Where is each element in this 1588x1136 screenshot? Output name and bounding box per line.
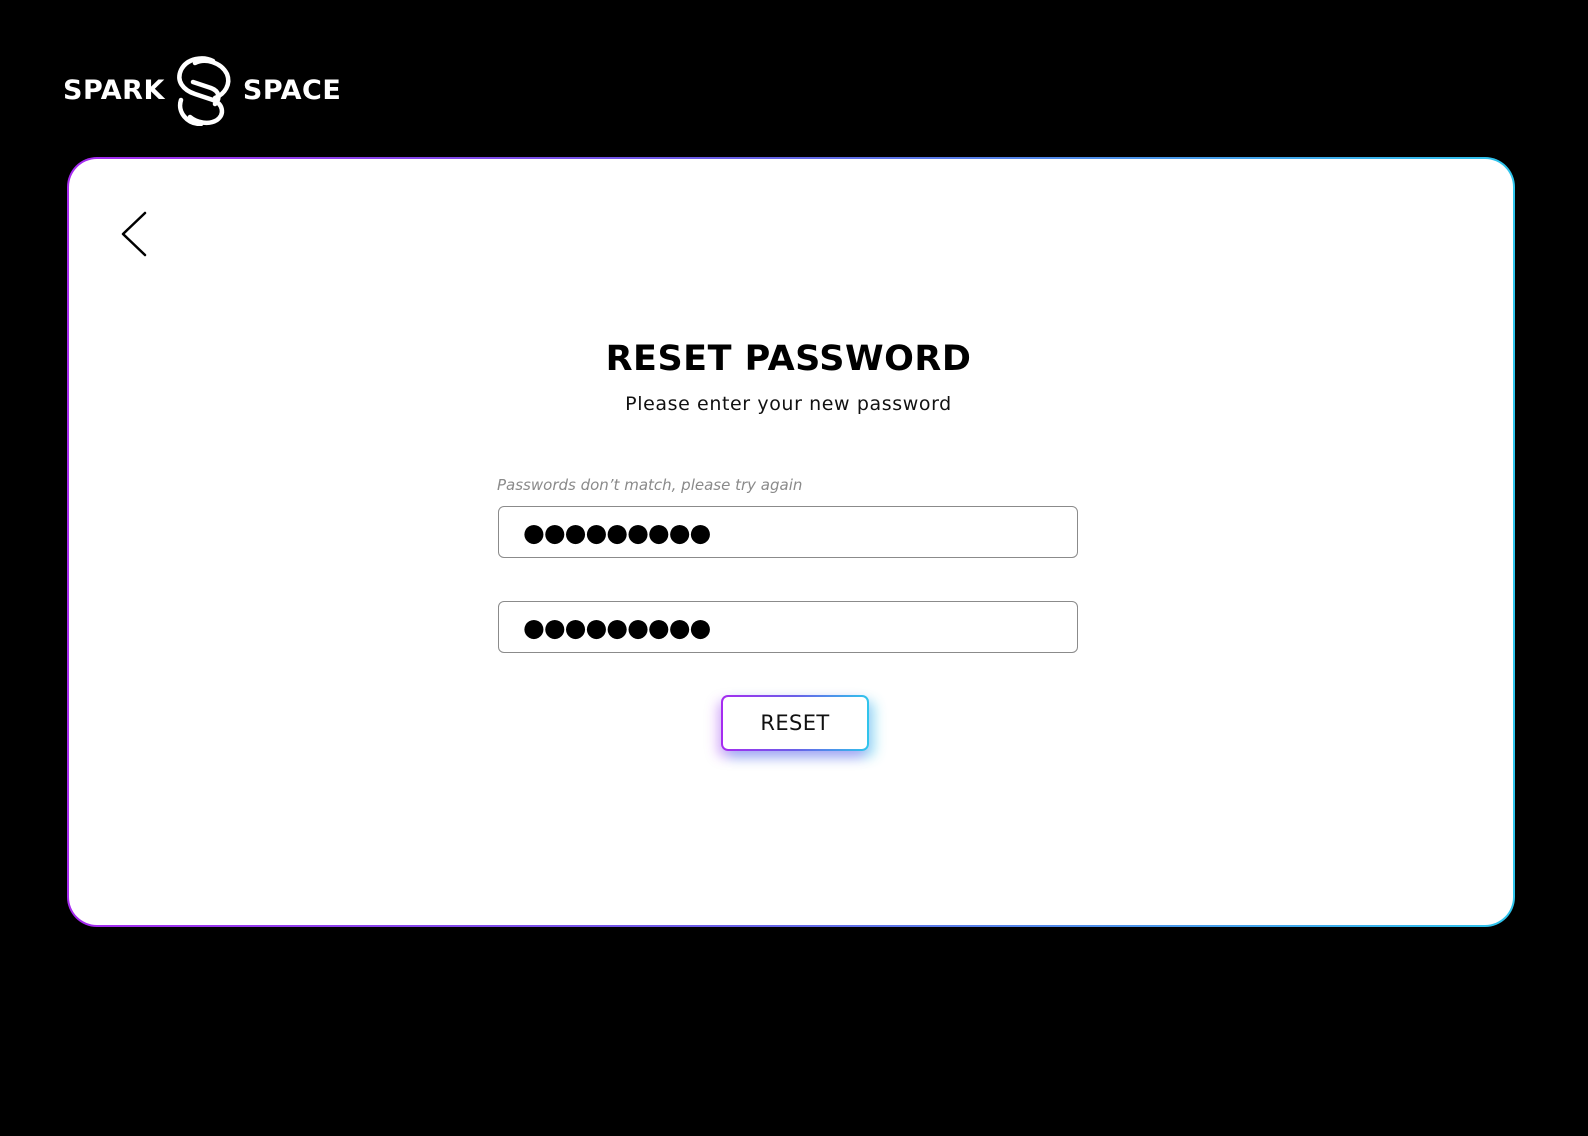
chevron-left-icon <box>121 211 147 257</box>
brand-logo: SPARK SPACE <box>63 54 341 126</box>
brand-word-space: SPACE <box>242 74 342 106</box>
card-body: RESET PASSWORD Please enter your new pas… <box>69 159 1513 925</box>
spark-space-logo-icon <box>177 56 231 126</box>
password-mismatch-error: Passwords don’t match, please try again <box>497 476 803 494</box>
page-title: RESET PASSWORD <box>605 339 972 379</box>
page-subtitle: Please enter your new password <box>625 393 952 415</box>
back-button[interactable] <box>115 209 155 259</box>
reset-password-card: RESET PASSWORD Please enter your new pas… <box>67 157 1515 927</box>
reset-button-label: RESET <box>723 697 867 749</box>
new-password-value: ●●●●●●●●● <box>523 517 711 547</box>
new-password-field[interactable]: ●●●●●●●●● <box>498 506 1078 558</box>
brand-word-spark: SPARK <box>63 74 165 106</box>
confirm-password-value: ●●●●●●●●● <box>523 612 711 642</box>
confirm-password-field[interactable]: ●●●●●●●●● <box>498 601 1078 653</box>
reset-button[interactable]: RESET <box>721 695 869 751</box>
